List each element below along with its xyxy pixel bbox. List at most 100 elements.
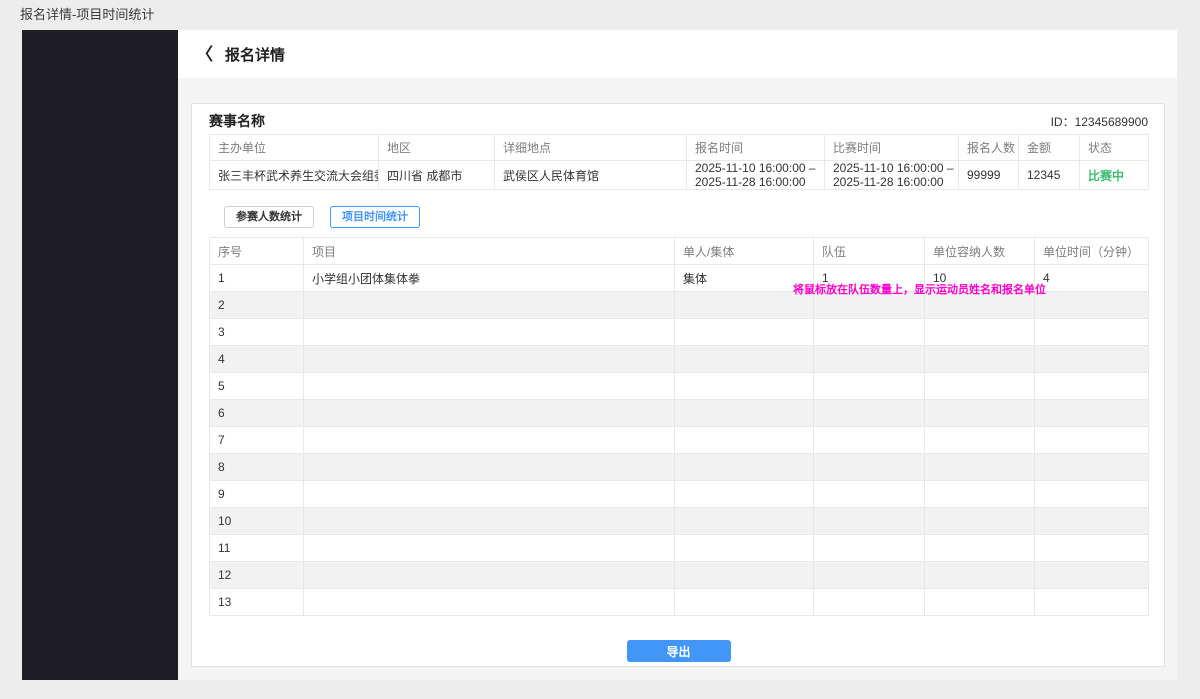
table-cell — [1035, 589, 1149, 616]
table-cell — [814, 562, 925, 589]
table-cell — [925, 400, 1035, 427]
table-row: 7 — [210, 427, 1149, 454]
table-cell — [1035, 481, 1149, 508]
table-cell — [675, 481, 814, 508]
table-cell — [1035, 319, 1149, 346]
table-cell — [814, 589, 925, 616]
column-header: 报名人数 — [959, 135, 1019, 161]
table-cell — [925, 562, 1035, 589]
table-cell — [304, 454, 675, 481]
table-cell: 小学组小团体集体拳 — [304, 265, 675, 292]
annotation-note: 将鼠标放在队伍数量上，显示运动员姓名和报名单位 — [793, 281, 1046, 297]
table-row: 13 — [210, 589, 1149, 616]
content-area: 赛事名称 ID：12345689900 主办单位地区详细地点报名时间比赛时间报名… — [178, 78, 1177, 680]
table-cell: 4 — [210, 346, 304, 373]
table-cell — [925, 427, 1035, 454]
table-cell — [675, 319, 814, 346]
table-cell — [925, 454, 1035, 481]
table-cell — [675, 373, 814, 400]
table-cell: 武侯区人民体育馆 — [495, 161, 687, 190]
table-cell — [925, 319, 1035, 346]
table-cell — [675, 535, 814, 562]
table-cell — [814, 373, 925, 400]
table-cell: 12 — [210, 562, 304, 589]
table-cell — [814, 427, 925, 454]
column-header: 项目 — [304, 238, 675, 265]
table-cell — [1035, 535, 1149, 562]
table-cell — [814, 319, 925, 346]
table-cell — [925, 481, 1035, 508]
table-cell: 3 — [210, 319, 304, 346]
table-cell — [925, 589, 1035, 616]
table-cell — [675, 562, 814, 589]
table-row: 4 — [210, 346, 1149, 373]
table-cell: 5 — [210, 373, 304, 400]
table-cell — [1035, 292, 1149, 319]
column-header: 状态 — [1080, 135, 1149, 161]
table-row: 8 — [210, 454, 1149, 481]
table-cell — [814, 454, 925, 481]
table-cell — [675, 427, 814, 454]
main-area: 〈 报名详情 赛事名称 ID：12345689900 — [178, 30, 1177, 680]
table-cell: 13 — [210, 589, 304, 616]
project-time-stats-button[interactable]: 项目时间统计 — [330, 206, 420, 228]
window-title: 报名详情-项目时间统计 — [20, 4, 154, 23]
table-cell — [675, 400, 814, 427]
table-cell — [925, 346, 1035, 373]
page-header: 〈 报名详情 — [178, 30, 1177, 78]
event-id: ID：12345689900 — [1051, 113, 1148, 130]
table-cell — [1035, 454, 1149, 481]
table-cell — [1035, 562, 1149, 589]
table-cell: 10 — [210, 508, 304, 535]
table-row: 12 — [210, 562, 1149, 589]
event-card-header: 赛事名称 ID：12345689900 — [209, 108, 1148, 134]
table-cell: 7 — [210, 427, 304, 454]
column-header: 比赛时间 — [825, 135, 959, 161]
table-cell — [304, 346, 675, 373]
table-cell — [1035, 346, 1149, 373]
column-header: 队伍 — [814, 238, 925, 265]
table-cell: 4 — [1035, 265, 1149, 292]
table-cell — [675, 589, 814, 616]
table-cell — [304, 319, 675, 346]
table-cell — [304, 562, 675, 589]
table-cell — [675, 454, 814, 481]
event-card: 赛事名称 ID：12345689900 主办单位地区详细地点报名时间比赛时间报名… — [191, 103, 1165, 667]
app-window: 〈 报名详情 赛事名称 ID：12345689900 — [22, 30, 1177, 680]
table-cell — [675, 346, 814, 373]
column-header: 主办单位 — [210, 135, 379, 161]
table-cell: 11 — [210, 535, 304, 562]
table-cell: 2 — [210, 292, 304, 319]
event-info-table: 主办单位地区详细地点报名时间比赛时间报名人数金额状态 张三丰杯武术养生交流大会组… — [209, 134, 1149, 190]
stats-tabs: 参赛人数统计 项目时间统计 — [224, 206, 1148, 228]
table-cell — [1035, 373, 1149, 400]
table-cell — [1035, 427, 1149, 454]
table-cell: 8 — [210, 454, 304, 481]
table-cell — [304, 400, 675, 427]
table-cell — [304, 427, 675, 454]
table-cell — [925, 535, 1035, 562]
column-header: 单人/集体 — [675, 238, 814, 265]
table-cell — [925, 373, 1035, 400]
column-header: 序号 — [210, 238, 304, 265]
column-header: 详细地点 — [495, 135, 687, 161]
table-cell — [1035, 508, 1149, 535]
table-cell — [304, 589, 675, 616]
table-cell — [814, 346, 925, 373]
table-header-row: 序号项目单人/集体队伍单位容纳人数单位时间（分钟） — [210, 238, 1149, 265]
table-row: 9 — [210, 481, 1149, 508]
table-row: 11 — [210, 535, 1149, 562]
export-button[interactable]: 导出 — [627, 640, 731, 662]
table-cell — [304, 292, 675, 319]
participants-stats-button[interactable]: 参赛人数统计 — [224, 206, 314, 228]
export-row: 导出 — [209, 640, 1148, 662]
column-header: 报名时间 — [687, 135, 825, 161]
page-title: 报名详情 — [225, 44, 285, 65]
column-header: 单位时间（分钟） — [1035, 238, 1149, 265]
back-chevron-icon: 〈 — [196, 46, 213, 63]
back-button[interactable]: 〈 — [196, 46, 213, 63]
table-cell: 张三丰杯武术养生交流大会组委会 — [210, 161, 379, 190]
table-cell — [814, 481, 925, 508]
sidebar — [22, 30, 178, 680]
table-row: 6 — [210, 400, 1149, 427]
